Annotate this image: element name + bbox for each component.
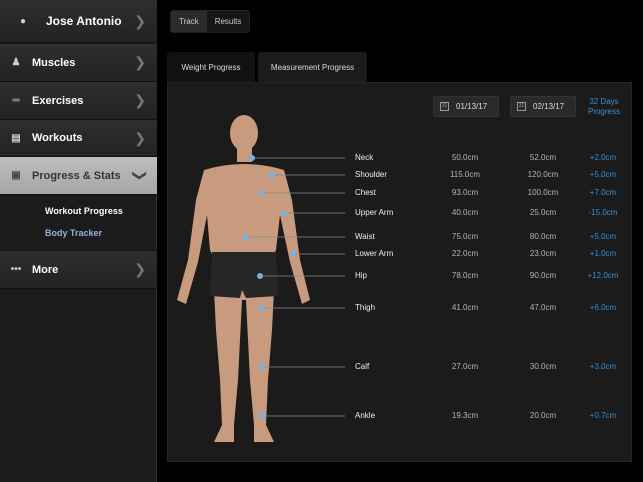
- measurement-name: Lower Arm: [355, 249, 394, 258]
- measurement-end: 80.0cm: [529, 232, 557, 241]
- measurement-diff: +2.0cm: [589, 153, 617, 162]
- measurement-end: 120.0cm: [527, 170, 559, 179]
- measurement-row: Lower Arm 22.0cm 23.0cm +1.0cm: [0, 249, 643, 261]
- measurement-start: 78.0cm: [451, 271, 479, 280]
- measurement-start: 40.0cm: [451, 208, 479, 217]
- measurement-name: Waist: [355, 232, 375, 241]
- measurement-name: Neck: [355, 153, 374, 162]
- measurement-row: Neck 50.0cm 52.0cm +2.0cm: [0, 153, 643, 165]
- measurement-row: Ankle 19.3cm 20.0cm +0.7cm: [0, 411, 643, 423]
- measurement-diff: +1.0cm: [589, 249, 617, 258]
- measurement-start: 22.0cm: [451, 249, 479, 258]
- measurement-diff: +3.0cm: [589, 362, 617, 371]
- measurement-name: Calf: [355, 362, 370, 371]
- measurement-start: 50.0cm: [451, 153, 479, 162]
- measurement-end: 25.0cm: [529, 208, 557, 217]
- measurement-row: Chest 93.0cm 100.0cm +7.0cm: [0, 188, 643, 200]
- measurement-start: 93.0cm: [451, 188, 479, 197]
- measurement-name: Hip: [355, 271, 368, 280]
- measurement-start: 41.0cm: [451, 303, 479, 312]
- measurement-row: Thigh 41.0cm 47.0cm +6.0cm: [0, 303, 643, 315]
- measurement-end: 47.0cm: [529, 303, 557, 312]
- measurement-diff: +5.0cm: [589, 232, 617, 241]
- measurement-row: Hip 78.0cm 90.0cm +12.0cm: [0, 271, 643, 283]
- measurement-name: Ankle: [355, 411, 376, 420]
- measurement-diff: +12.0cm: [587, 271, 619, 280]
- measurement-start: 19.3cm: [451, 411, 479, 420]
- measurement-row: Shoulder 115.0cm 120.0cm +5.0cm: [0, 170, 643, 182]
- measurement-end: 23.0cm: [529, 249, 557, 258]
- measurement-start: 27.0cm: [451, 362, 479, 371]
- measurement-row: Calf 27.0cm 30.0cm +3.0cm: [0, 362, 643, 374]
- measurement-row: Upper Arm 40.0cm 25.0cm -15.0cm: [0, 208, 643, 220]
- measurement-name: Chest: [355, 188, 376, 197]
- measurement-name: Shoulder: [355, 170, 388, 179]
- measurement-end: 100.0cm: [527, 188, 559, 197]
- measurement-name: Upper Arm: [355, 208, 394, 217]
- measurement-end: 30.0cm: [529, 362, 557, 371]
- measurement-diff: +6.0cm: [589, 303, 617, 312]
- measurement-diff: +5.0cm: [589, 170, 617, 179]
- measurement-end: 90.0cm: [529, 271, 557, 280]
- measurement-diff: +7.0cm: [589, 188, 617, 197]
- measurement-end: 52.0cm: [529, 153, 557, 162]
- measurement-name: Thigh: [355, 303, 376, 312]
- measurement-diff: -15.0cm: [588, 208, 618, 217]
- measurement-row: Waist 75.0cm 80.0cm +5.0cm: [0, 232, 643, 244]
- measurement-start: 115.0cm: [449, 170, 481, 179]
- measurement-diff: +0.7cm: [589, 411, 617, 420]
- measurement-end: 20.0cm: [529, 411, 557, 420]
- measurement-start: 75.0cm: [451, 232, 479, 241]
